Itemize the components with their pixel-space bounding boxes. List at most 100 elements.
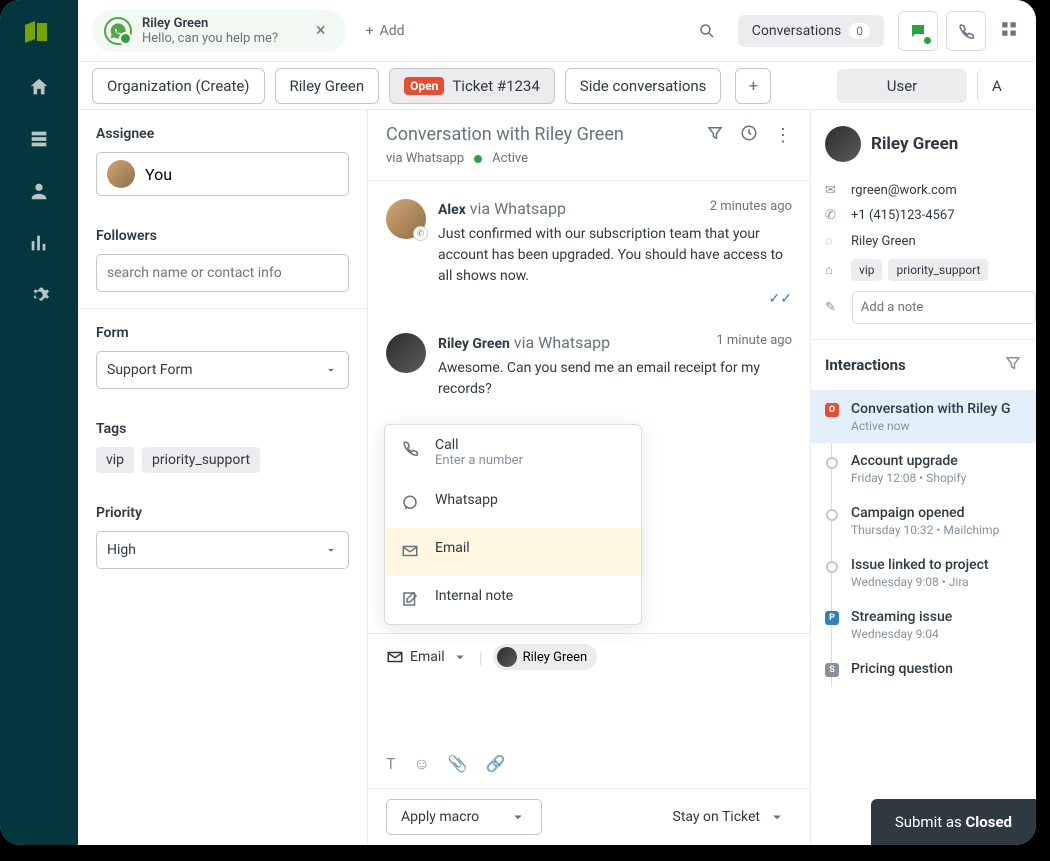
timeline-dot-icon: [826, 561, 838, 573]
status-dot-icon: [474, 155, 482, 163]
channel-option-note[interactable]: Internal note: [385, 576, 641, 624]
chat-icon[interactable]: [898, 11, 938, 51]
chevron-down-icon: [509, 808, 527, 826]
avatar: [386, 333, 426, 373]
interaction-item[interactable]: Campaign opened Thursday 10:32 • Mailchi…: [811, 495, 1036, 547]
conversation-panel: Conversation with Riley Green via Whatsa…: [368, 110, 811, 845]
whatsapp-icon: [401, 494, 421, 516]
filter-icon[interactable]: [706, 124, 724, 147]
tags-label: Tags: [96, 421, 349, 437]
tag: priority_support: [888, 259, 988, 281]
timestamp: 2 minutes ago: [710, 199, 792, 218]
priority-label: Priority: [96, 505, 349, 521]
brand-logo: [25, 18, 53, 46]
interaction-item[interactable]: O Conversation with Riley G Active now: [811, 391, 1036, 443]
tab-organization[interactable]: Organization (Create): [92, 68, 265, 104]
email-icon: [386, 648, 404, 666]
top-bar: Riley Green Hello, can you help me? × + …: [78, 0, 1036, 62]
whatsapp-icon: [104, 17, 132, 45]
apps-icon[interactable]: [1000, 20, 1022, 42]
emoji-icon[interactable]: ☺: [414, 754, 430, 774]
channel-picker-popover: CallEnter a number Whatsapp Email Intern…: [384, 424, 642, 625]
views-icon[interactable]: [28, 128, 50, 150]
interaction-item[interactable]: Account upgrade Friday 12:08 • Shopify: [811, 443, 1036, 495]
tab-chip-name: Riley Green: [142, 16, 278, 31]
composer: Email | Riley Green T ☺ 📎 🔗: [368, 633, 810, 788]
tab-requester[interactable]: Riley Green: [275, 68, 380, 104]
phone-icon: [401, 439, 421, 461]
channel-option-whatsapp[interactable]: Whatsapp: [385, 480, 641, 528]
read-receipt-icon: ✓✓: [438, 291, 792, 307]
tag-icon: ⌂: [825, 262, 841, 278]
more-icon[interactable]: ⋮: [774, 125, 792, 146]
conversation-title: Conversation with Riley Green: [386, 124, 624, 145]
chevron-down-icon: [324, 363, 338, 377]
priority-select[interactable]: High: [96, 531, 349, 569]
user-tags-row: ⌂ vip priority_support: [811, 254, 1036, 286]
close-tab-icon[interactable]: ×: [308, 16, 334, 45]
text-format-icon[interactable]: T: [386, 754, 396, 774]
email-icon: ✉: [825, 183, 841, 198]
user-panel: Riley Green ✉rgreen@work.com ✆+1 (415)12…: [811, 110, 1036, 845]
tab-ticket[interactable]: Open Ticket #1234: [389, 68, 555, 104]
timeline-dot-icon: [826, 457, 838, 469]
history-icon[interactable]: [740, 124, 758, 147]
search-icon[interactable]: [696, 20, 718, 42]
settings-icon[interactable]: [28, 284, 50, 306]
message: Riley Green via Whatsapp 1 minute ago Aw…: [386, 333, 792, 400]
filter-icon[interactable]: [1004, 354, 1022, 376]
chevron-down-icon: [324, 543, 338, 557]
home-icon[interactable]: [28, 76, 50, 98]
followers-label: Followers: [96, 228, 349, 244]
user-email-row[interactable]: ✉rgreen@work.com: [811, 178, 1036, 203]
assignee-select[interactable]: You: [96, 152, 349, 196]
customers-icon[interactable]: [28, 180, 50, 202]
recipient-chip[interactable]: Riley Green: [493, 644, 598, 670]
whatsapp-icon: ◌: [825, 233, 841, 249]
assignee-label: Assignee: [96, 126, 349, 142]
conversations-button[interactable]: Conversations 0: [738, 15, 884, 47]
followers-input[interactable]: [96, 254, 349, 292]
stay-on-ticket-select[interactable]: Stay on Ticket: [673, 808, 786, 826]
channel-select[interactable]: Email: [386, 648, 469, 666]
tag[interactable]: vip: [96, 447, 134, 473]
tab-side-conversations[interactable]: Side conversations: [565, 68, 722, 104]
add-side-conversation-button[interactable]: +: [735, 68, 771, 104]
tag[interactable]: priority_support: [142, 447, 260, 473]
chevron-down-icon: [768, 808, 786, 826]
channel-option-call[interactable]: CallEnter a number: [385, 425, 641, 480]
add-tab-button[interactable]: + Add: [366, 23, 405, 39]
channel-option-email[interactable]: Email: [385, 528, 641, 576]
email-icon: [401, 542, 421, 564]
attachment-icon[interactable]: 📎: [448, 754, 468, 774]
edit-icon: ✎: [825, 300, 836, 315]
interactions-timeline: O Conversation with Riley G Active now A…: [811, 391, 1036, 687]
form-select[interactable]: Support Form: [96, 351, 349, 389]
link-icon[interactable]: 🔗: [486, 754, 506, 774]
phone-icon[interactable]: [946, 11, 986, 51]
submit-button[interactable]: Submit as Closed: [871, 799, 1036, 845]
timeline-dot-icon: [826, 509, 838, 521]
user-phone-row[interactable]: ✆+1 (415)123-4567: [811, 203, 1036, 228]
compose-input[interactable]: [386, 684, 792, 754]
user-whatsapp-row[interactable]: ◌Riley Green: [811, 228, 1036, 254]
tab-cutoff[interactable]: A: [977, 69, 1022, 103]
phone-icon: ✆: [825, 208, 841, 223]
tab-user[interactable]: User: [837, 69, 967, 103]
interaction-item[interactable]: Issue linked to project Wednesday 9:08 •…: [811, 547, 1036, 599]
whatsapp-badge-icon: ✆: [413, 226, 428, 241]
apply-macro-select[interactable]: Apply macro: [386, 799, 542, 835]
status-badge: P: [825, 611, 839, 625]
reports-icon[interactable]: [28, 232, 50, 254]
avatar: [497, 647, 517, 667]
status-badge: Open: [404, 77, 444, 95]
status-badge: S: [825, 663, 839, 677]
interaction-item[interactable]: P Streaming issue Wednesday 9:04: [811, 599, 1036, 651]
interactions-heading: Interactions: [825, 356, 906, 374]
interaction-item[interactable]: S Pricing question: [811, 651, 1036, 687]
tab-chip-subtitle: Hello, can you help me?: [142, 31, 278, 46]
user-note-input[interactable]: [852, 291, 1036, 324]
user-name: Riley Green: [871, 134, 958, 154]
ticket-tab-chip[interactable]: Riley Green Hello, can you help me? ×: [92, 10, 346, 52]
avatar: [107, 160, 135, 188]
